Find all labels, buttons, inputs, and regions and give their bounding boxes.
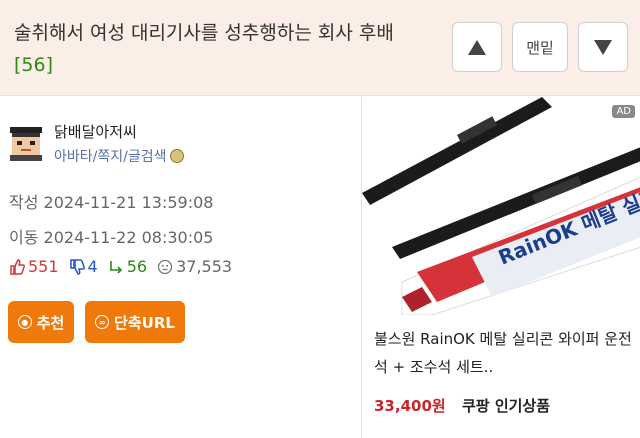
short-url-label: 단축URL bbox=[114, 313, 175, 332]
recommend-label: 추천 bbox=[36, 313, 65, 332]
recommend-button[interactable]: ● 추천 bbox=[8, 301, 74, 343]
avatar[interactable] bbox=[8, 125, 44, 161]
like-count-value: 551 bbox=[28, 257, 59, 276]
view-count: 37,553 bbox=[157, 257, 232, 276]
moved-date: 이동 2024-11-22 08:30:05 bbox=[9, 228, 214, 247]
eye-icon bbox=[157, 259, 173, 274]
ad-price: 33,400원 bbox=[374, 397, 446, 415]
recommend-icon: ● bbox=[17, 315, 32, 329]
ad-image[interactable]: RainOK 메탈 실리콘 AD bbox=[362, 97, 640, 315]
scroll-top-button[interactable] bbox=[452, 22, 502, 72]
post-title-text: 술취해서 여성 대리기사를 성추행하는 회사 후배 bbox=[14, 22, 394, 44]
thumbs-up-icon bbox=[10, 258, 25, 275]
post-header: 술취해서 여성 대리기사를 성추행하는 회사 후배 [56] 맨밑 bbox=[0, 0, 640, 96]
author-links[interactable]: 아바타/쪽지/글검색 bbox=[54, 146, 185, 166]
author-links-text[interactable]: 아바타/쪽지/글검색 bbox=[54, 146, 166, 166]
wiper-product-image: RainOK 메탈 실리콘 bbox=[362, 97, 640, 315]
next-button[interactable] bbox=[578, 22, 628, 72]
ad-badge: AD bbox=[612, 105, 635, 118]
arrow-up-icon bbox=[468, 39, 486, 55]
link-icon: ∞ bbox=[95, 315, 110, 329]
thumbs-down-icon bbox=[69, 258, 85, 275]
post-info: 닭배달아저씨 아바타/쪽지/글검색 작성 2024-11-21 13:59:08… bbox=[0, 97, 361, 438]
view-count-value: 37,553 bbox=[176, 257, 233, 276]
author-nickname[interactable]: 닭배달아저씨 bbox=[54, 121, 137, 142]
ad-title[interactable]: 불스원 RainOK 메탈 실리콘 와이퍼 운전석 + 조수석 세트.. bbox=[374, 325, 634, 381]
dislike-count-value: 4 bbox=[87, 257, 98, 276]
ad-panel[interactable]: RainOK 메탈 실리콘 AD 불스원 RainOK 메탈 실리콘 와이퍼 운… bbox=[361, 97, 640, 438]
like-count[interactable]: 551 bbox=[9, 257, 59, 276]
arrow-down-icon bbox=[594, 39, 612, 55]
comment-count[interactable]: [56] bbox=[14, 54, 53, 76]
comment-stat[interactable]: 56 bbox=[108, 257, 147, 276]
medal-icon bbox=[170, 149, 185, 163]
scroll-bottom-button[interactable]: 맨밑 bbox=[512, 22, 568, 72]
written-date: 작성 2024-11-21 13:59:08 bbox=[9, 193, 214, 212]
ad-seller: 쿠팡 인기상품 bbox=[462, 397, 551, 415]
post-stats: 551 4 56 37,553 bbox=[9, 257, 242, 276]
reply-icon bbox=[109, 260, 122, 274]
short-url-button[interactable]: ∞ 단축URL bbox=[85, 301, 185, 343]
post-title: 술취해서 여성 대리기사를 성추행하는 회사 후배 [56] bbox=[14, 17, 434, 81]
dislike-count[interactable]: 4 bbox=[69, 257, 98, 276]
comment-stat-value: 56 bbox=[126, 257, 148, 276]
